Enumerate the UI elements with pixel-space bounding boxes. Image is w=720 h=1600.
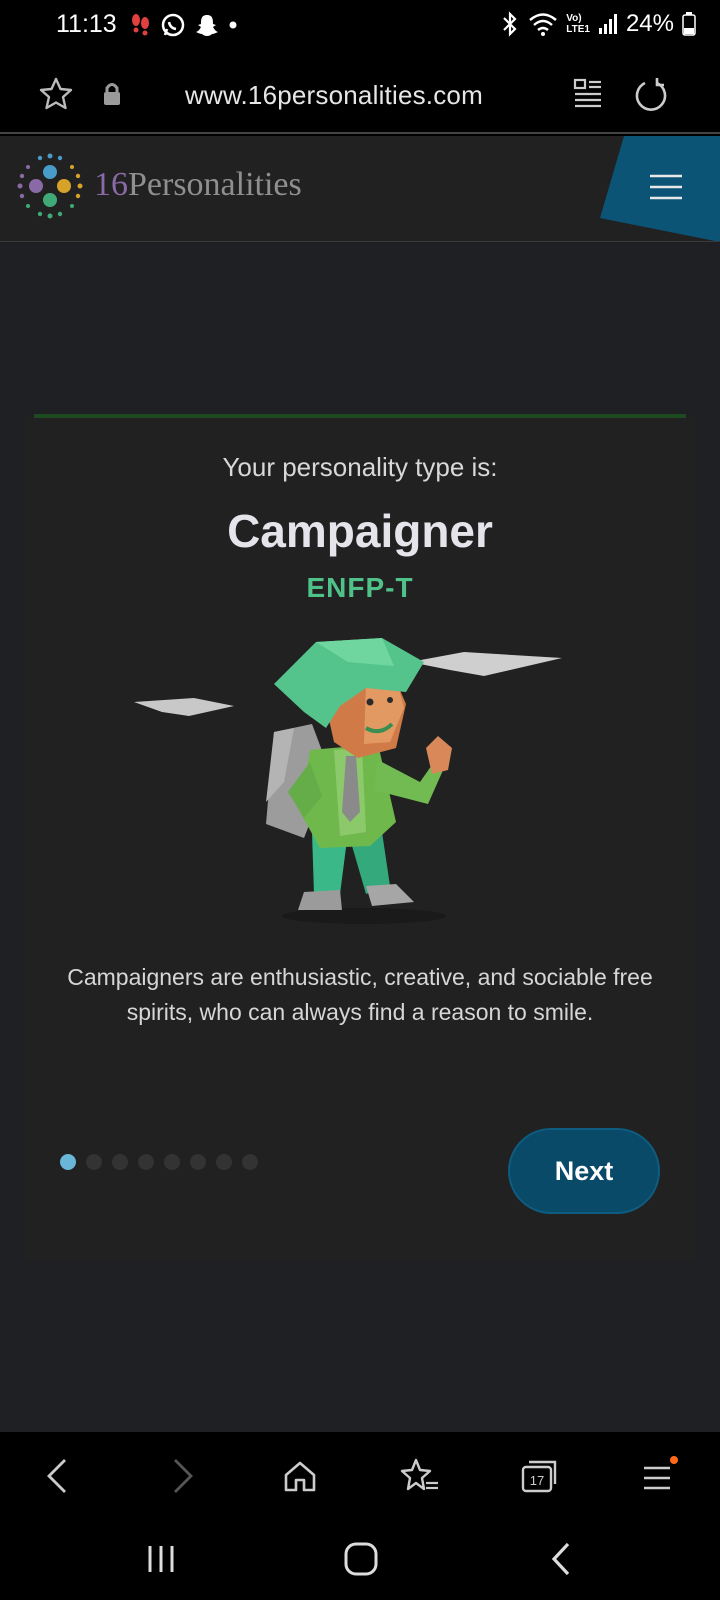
- dot-icon: [229, 21, 237, 29]
- tabs-icon: 17: [521, 1460, 557, 1493]
- status-time: 11:13: [56, 10, 117, 38]
- back-button[interactable]: [34, 1452, 82, 1500]
- battery-icon: [682, 12, 696, 36]
- system-navigation-bar: [0, 1518, 720, 1600]
- brand-word: Personalities: [128, 166, 302, 203]
- pagination-dot[interactable]: [216, 1154, 232, 1170]
- pagination-dot[interactable]: [112, 1154, 128, 1170]
- personality-type-name: Campaigner: [227, 505, 493, 557]
- signal-icon: [598, 14, 617, 34]
- browser-toolbar: 17: [0, 1432, 720, 1518]
- status-right: Vo) LTE1 24%: [500, 10, 696, 38]
- bookmarks-button[interactable]: [396, 1452, 444, 1500]
- lock-icon: [104, 83, 120, 105]
- home-icon: [284, 1461, 316, 1492]
- pagination-dot[interactable]: [86, 1154, 102, 1170]
- wifi-icon: [529, 13, 558, 36]
- pagination-dot[interactable]: [190, 1154, 206, 1170]
- home-icon[interactable]: [342, 1540, 380, 1578]
- tab-count: 17: [530, 1473, 544, 1488]
- site-header: 16Personalities: [0, 136, 720, 242]
- menu-button[interactable]: [600, 136, 720, 242]
- tabs-button[interactable]: 17: [516, 1452, 564, 1500]
- forward-icon: [174, 1459, 193, 1493]
- address-bar: www.16personalities.com: [0, 56, 720, 134]
- bluetooth-icon: [503, 11, 517, 37]
- result-intro: Your personality type is:: [222, 452, 498, 482]
- notification-dot: [670, 1456, 678, 1464]
- pagination-dot-active[interactable]: [60, 1154, 76, 1170]
- brand-number: 16: [94, 166, 128, 203]
- back-icon[interactable]: [550, 1540, 574, 1578]
- forward-button[interactable]: [158, 1452, 206, 1500]
- pagination-dot[interactable]: [138, 1154, 154, 1170]
- personality-description: Campaigners are enthusiastic, creative, …: [67, 964, 653, 1025]
- personality-type-code: ENFP-T: [306, 572, 414, 603]
- home-button[interactable]: [276, 1452, 324, 1500]
- pagination-dots: [60, 1154, 258, 1170]
- bookmark-star-icon[interactable]: [38, 76, 74, 112]
- url-text[interactable]: www.16personalities.com: [185, 80, 483, 111]
- notification-icons: [130, 12, 238, 38]
- reader-mode-icon[interactable]: [572, 76, 604, 110]
- status-bar: 11:13 Vo) LTE1 24%: [0, 0, 720, 56]
- recents-icon[interactable]: [144, 1542, 178, 1576]
- menu-button-browser[interactable]: [636, 1452, 684, 1500]
- whatsapp-icon: [161, 13, 185, 37]
- network-type-label: Vo) LTE1: [566, 13, 590, 35]
- menu-icon: [644, 1456, 678, 1490]
- logo-icon[interactable]: [14, 152, 86, 224]
- main-content: Your personality type is: Campaigner ENF…: [0, 242, 720, 1432]
- back-icon: [47, 1459, 66, 1493]
- result-card: Your personality type is: Campaigner ENF…: [24, 414, 696, 1262]
- progress-bar: [34, 414, 686, 418]
- pagination-dot[interactable]: [242, 1154, 258, 1170]
- brand-name[interactable]: 16Personalities: [94, 166, 302, 204]
- pagination-dot[interactable]: [164, 1154, 180, 1170]
- battery-percent: 24%: [625, 10, 674, 37]
- next-button[interactable]: Next: [508, 1128, 660, 1214]
- bookmarks-icon: [400, 1458, 438, 1491]
- campaigner-illustration: [134, 638, 562, 924]
- reload-icon[interactable]: [632, 76, 670, 114]
- snapchat-icon: [196, 15, 218, 36]
- footsteps-icon: [132, 14, 149, 36]
